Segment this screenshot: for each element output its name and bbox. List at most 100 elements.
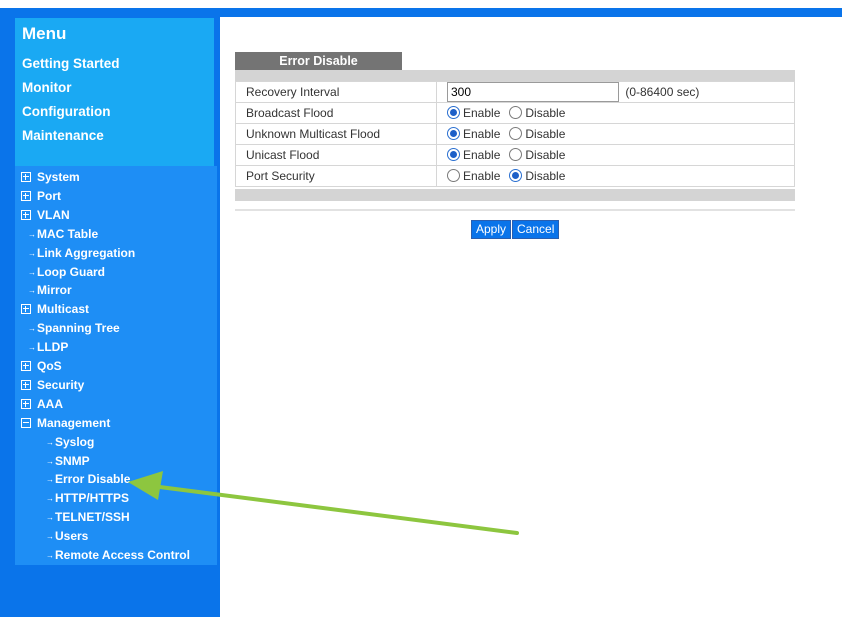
nav-item-remote-access-control[interactable]: →Remote Access Control: [46, 548, 190, 563]
recovery-interval-label: Recovery Interval: [235, 81, 437, 103]
broadcast-flood-disable-radio[interactable]: [509, 106, 523, 119]
unknown-multicast-flood-options: Enable Disable: [436, 123, 795, 145]
nav-item-syslog[interactable]: →Syslog: [46, 435, 94, 450]
nav-item-loop-guard[interactable]: →Loop Guard: [28, 265, 105, 280]
arrow-bullet-icon: →: [46, 551, 54, 560]
nav-item-qos[interactable]: QoS: [21, 359, 62, 373]
nav-item-security[interactable]: Security: [21, 378, 84, 392]
broadcast-flood-row: Broadcast Flood Enable Disable: [235, 102, 795, 124]
menu-link-maintenance[interactable]: Maintenance: [22, 128, 104, 143]
collapse-minus-icon: [21, 418, 31, 428]
enable-label: Enable: [463, 169, 501, 183]
recovery-interval-input[interactable]: [447, 82, 619, 102]
unknown-multicast-flood-disable-radio[interactable]: [509, 127, 523, 140]
port-security-row: Port Security Enable Disable: [235, 165, 795, 187]
nav-item-spanning-tree[interactable]: →Spanning Tree: [28, 321, 120, 336]
expand-plus-icon: [21, 361, 31, 371]
disable-label: Disable: [525, 127, 566, 141]
nav-item-users[interactable]: →Users: [46, 529, 88, 544]
unknown-multicast-flood-row: Unknown Multicast Flood Enable Disable: [235, 123, 795, 145]
broadcast-flood-options: Enable Disable: [436, 102, 795, 124]
unicast-flood-row: Unicast Flood Enable Disable: [235, 144, 795, 166]
unknown-multicast-flood-enable-radio[interactable]: [447, 127, 460, 140]
nav-item-vlan[interactable]: VLAN: [21, 208, 70, 222]
nav-item-label: Multicast: [37, 302, 90, 316]
nav-item-snmp[interactable]: →SNMP: [46, 454, 90, 469]
disable-label: Disable: [525, 148, 566, 162]
nav-item-label: Link Aggregation: [37, 246, 136, 260]
unknown-multicast-flood-label: Unknown Multicast Flood: [235, 123, 437, 145]
nav-item-multicast[interactable]: Multicast: [21, 302, 89, 316]
nav-item-label: Error Disable: [55, 472, 131, 486]
nav-item-label: SNMP: [55, 454, 90, 468]
top-bar: [0, 8, 842, 17]
apply-button[interactable]: Apply: [471, 220, 512, 239]
arrow-bullet-icon: →: [46, 532, 54, 541]
nav-item-label: Syslog: [55, 435, 95, 449]
arrow-bullet-icon: →: [28, 249, 36, 258]
enable-label: Enable: [463, 127, 501, 141]
nav-item-label: TELNET/SSH: [55, 510, 130, 524]
nav-item-aaa[interactable]: AAA: [21, 397, 63, 411]
expand-plus-icon: [21, 210, 31, 220]
menu-link-configuration[interactable]: Configuration: [22, 104, 110, 119]
port-security-label: Port Security: [235, 165, 437, 187]
enable-label: Enable: [463, 106, 501, 120]
port-security-enable-radio[interactable]: [447, 169, 460, 182]
nav-item-port[interactable]: Port: [21, 189, 61, 203]
arrow-bullet-icon: →: [28, 268, 36, 277]
broadcast-flood-label: Broadcast Flood: [235, 102, 437, 124]
nav-item-telnet-ssh[interactable]: →TELNET/SSH: [46, 510, 130, 525]
nav-item-label: VLAN: [37, 208, 70, 222]
arrow-bullet-icon: →: [28, 324, 36, 333]
nav-item-label: HTTP/HTTPS: [55, 491, 129, 505]
arrow-bullet-icon: →: [46, 457, 54, 466]
unicast-flood-enable-radio[interactable]: [447, 148, 460, 161]
nav-item-http-https[interactable]: →HTTP/HTTPS: [46, 491, 129, 506]
nav-item-label: Mirror: [37, 283, 72, 297]
nav-item-label: Security: [37, 378, 85, 392]
nav-item-mirror[interactable]: →Mirror: [28, 283, 72, 298]
form-header-bar: [235, 70, 795, 81]
nav-item-label: Port: [37, 189, 61, 203]
recovery-interval-cell: (0-86400 sec): [436, 81, 795, 103]
arrow-bullet-icon: →: [46, 513, 54, 522]
arrow-bullet-icon: →: [46, 494, 54, 503]
nav-item-system[interactable]: System: [21, 170, 80, 184]
nav-item-link-aggregation[interactable]: →Link Aggregation: [28, 246, 135, 261]
menu-link-monitor[interactable]: Monitor: [22, 80, 72, 95]
nav-item-label: System: [37, 170, 80, 184]
broadcast-flood-enable-radio[interactable]: [447, 106, 460, 119]
port-security-disable-radio[interactable]: [509, 169, 523, 182]
unicast-flood-disable-radio[interactable]: [509, 148, 523, 161]
nav-item-label: LLDP: [37, 340, 69, 354]
nav-item-label: Users: [55, 529, 89, 543]
nav-item-label: QoS: [37, 359, 62, 373]
arrow-bullet-icon: →: [46, 475, 54, 484]
form-footer-bar: [235, 189, 795, 201]
error-disable-form: Recovery Interval (0-86400 sec) Broadcas…: [235, 81, 795, 187]
enable-label: Enable: [463, 148, 501, 162]
port-security-options: Enable Disable: [436, 165, 795, 187]
menu-panel: Menu Getting Started Monitor Configurati…: [15, 18, 214, 166]
nav-item-management[interactable]: Management: [21, 416, 110, 430]
nav-item-label: MAC Table: [37, 227, 99, 241]
expand-plus-icon: [21, 399, 31, 409]
nav-item-label: Remote Access Control: [55, 548, 190, 562]
nav-item-label: Spanning Tree: [37, 321, 120, 335]
nav-item-lldp[interactable]: →LLDP: [28, 340, 68, 355]
expand-plus-icon: [21, 304, 31, 314]
menu-link-getting-started[interactable]: Getting Started: [22, 56, 120, 71]
expand-plus-icon: [21, 380, 31, 390]
arrow-bullet-icon: →: [28, 286, 36, 295]
arrow-bullet-icon: →: [28, 230, 36, 239]
disable-label: Disable: [525, 169, 566, 183]
cancel-button[interactable]: Cancel: [512, 220, 560, 239]
unicast-flood-label: Unicast Flood: [235, 144, 437, 166]
arrow-bullet-icon: →: [28, 343, 36, 352]
nav-item-mac-table[interactable]: →MAC Table: [28, 227, 98, 242]
nav-item-error-disable[interactable]: →Error Disable: [46, 472, 130, 487]
form-divider: [235, 209, 795, 211]
disable-label: Disable: [525, 106, 566, 120]
expand-plus-icon: [21, 191, 31, 201]
